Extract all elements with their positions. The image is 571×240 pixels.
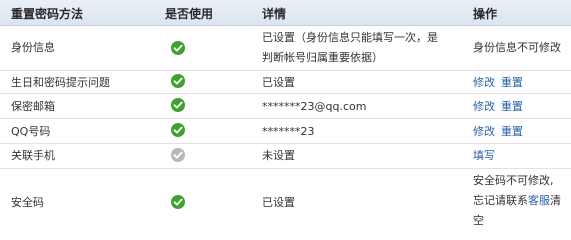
reset-password-methods-table: 重置密码方法 是否使用 详情 操作 身份信息 已设置（身份信息只能填写一次，是 … xyxy=(0,0,571,236)
table-header: 重置密码方法 是否使用 详情 操作 xyxy=(0,0,571,26)
note-line: 安全码不可修改, xyxy=(473,174,554,187)
header-details: 详情 xyxy=(262,7,287,21)
details-text: 已设置（身份信息只能填写一次，是 判断帐号归属重要依据） xyxy=(262,28,438,68)
row-actions: 填写 xyxy=(473,146,495,165)
note-line: 清 xyxy=(550,194,561,207)
modify-link[interactable]: 修改 xyxy=(473,100,495,113)
details-text: 已设置 xyxy=(262,196,295,209)
reset-link[interactable]: 重置 xyxy=(501,76,523,89)
check-circle-icon xyxy=(171,41,189,61)
note-line: 忘记请联系 xyxy=(473,194,528,207)
method-label: 身份信息 xyxy=(11,41,55,54)
check-circle-icon xyxy=(171,74,189,94)
details-text: 已设置 xyxy=(262,76,295,89)
header-enabled: 是否使用 xyxy=(165,7,214,21)
modify-link[interactable]: 修改 xyxy=(473,76,495,89)
method-label: 保密邮箱 xyxy=(11,100,55,113)
details-text: *******23 xyxy=(262,125,315,138)
details-text: 未设置 xyxy=(262,149,295,162)
table-row-security-code: 安全码 已设置 安全码不可修改, 忘记请联系客服清 空 xyxy=(0,169,571,235)
method-label: 生日和密码提示问题 xyxy=(11,76,110,89)
row-actions: 修改 重置 xyxy=(473,73,523,92)
table-row-qq-number: QQ号码 *******23 修改 重置 xyxy=(0,119,571,144)
method-label: 安全码 xyxy=(11,196,44,209)
details-line: 判断帐号归属重要依据） xyxy=(262,51,383,64)
table-row-secure-email: 保密邮箱 *******23@qq.com 修改 重置 xyxy=(0,94,571,119)
header-method: 重置密码方法 xyxy=(11,7,84,21)
security-code-note: 安全码不可修改, 忘记请联系客服清 空 xyxy=(473,171,561,231)
fill-in-link[interactable]: 填写 xyxy=(473,149,495,162)
check-circle-icon xyxy=(171,98,189,118)
details-line: 已设置（身份信息只能填写一次，是 xyxy=(262,31,438,44)
details-text: *******23@qq.com xyxy=(262,100,367,113)
check-circle-gray-icon xyxy=(171,148,189,168)
method-label: QQ号码 xyxy=(11,125,51,138)
table-row-identity-info: 身份信息 已设置（身份信息只能填写一次，是 判断帐号归属重要依据） 身份信息不可… xyxy=(0,26,571,71)
check-circle-icon xyxy=(171,195,189,215)
note-line: 空 xyxy=(473,214,484,227)
identity-not-modifiable-text: 身份信息不可修改 xyxy=(473,41,561,54)
row-actions: 修改 重置 xyxy=(473,97,523,116)
header-actions: 操作 xyxy=(473,7,498,21)
customer-service-link[interactable]: 客服 xyxy=(528,194,550,207)
table-row-birthday-hint: 生日和密码提示问题 已设置 修改 重置 xyxy=(0,71,571,94)
reset-link[interactable]: 重置 xyxy=(501,125,523,138)
table-row-linked-phone: 关联手机 未设置 填写 xyxy=(0,144,571,169)
method-label: 关联手机 xyxy=(11,149,55,162)
modify-link[interactable]: 修改 xyxy=(473,125,495,138)
row-actions: 修改 重置 xyxy=(473,122,523,141)
reset-link[interactable]: 重置 xyxy=(501,100,523,113)
check-circle-icon xyxy=(171,123,189,143)
